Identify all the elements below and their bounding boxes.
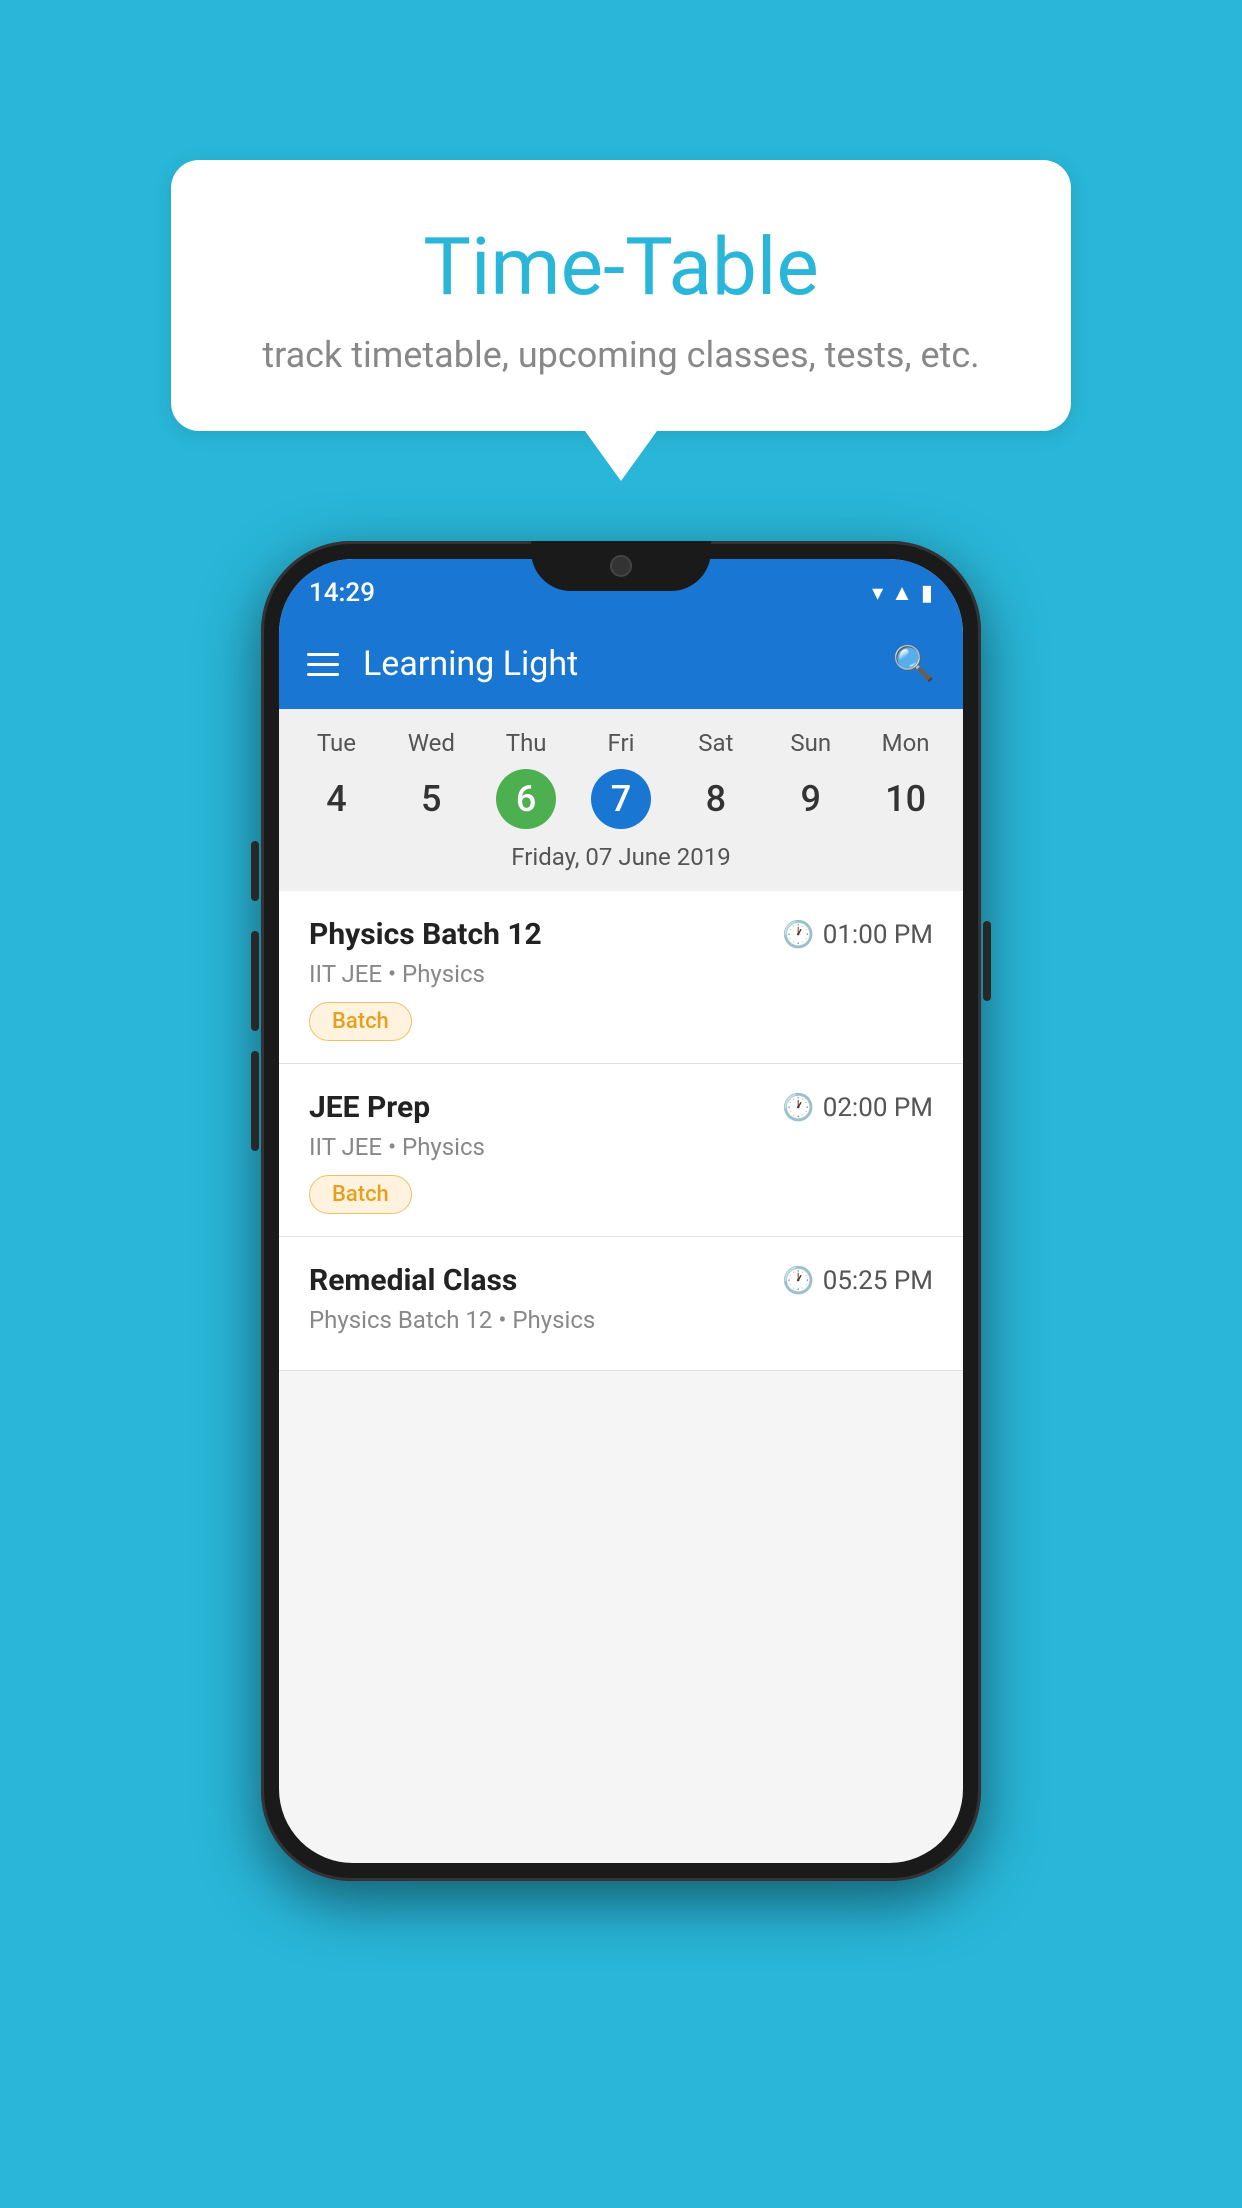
schedule-item-title: Physics Batch 12 [309, 917, 542, 952]
mute-button [251, 841, 259, 901]
day-col[interactable]: Wed 5 [384, 729, 479, 829]
day-col[interactable]: Tue 4 [289, 729, 384, 829]
batch-badge: Batch [309, 1175, 412, 1214]
day-number[interactable]: 4 [306, 769, 366, 829]
battery-icon: ▮ [921, 581, 933, 606]
clock-icon: 🕐 [782, 920, 814, 950]
schedule-time: 🕐 05:25 PM [782, 1266, 933, 1296]
time-value: 02:00 PM [823, 1093, 933, 1123]
power-button [983, 921, 991, 1001]
tooltip-subtitle: track timetable, upcoming classes, tests… [251, 334, 991, 376]
schedule-list: Physics Batch 12 🕐 01:00 PM IIT JEE • Ph… [279, 891, 963, 1371]
screen: 14:29 ▾ ▲ ▮ Learning Light 🔍 [279, 559, 963, 1863]
time-value: 05:25 PM [823, 1266, 933, 1296]
day-number[interactable]: 10 [876, 769, 936, 829]
selected-date-label: Friday, 07 June 2019 [279, 829, 963, 881]
day-name: Sat [698, 729, 733, 757]
day-name: Mon [882, 729, 930, 757]
notch [531, 541, 711, 591]
schedule-item-header: Physics Batch 12 🕐 01:00 PM [309, 917, 933, 952]
schedule-meta: IIT JEE • Physics [309, 960, 933, 988]
hamburger-line-1 [307, 653, 339, 656]
app-title: Learning Light [363, 644, 578, 684]
tooltip-title: Time-Table [251, 220, 991, 314]
day-number[interactable]: 7 [591, 769, 651, 829]
schedule-item[interactable]: Physics Batch 12 🕐 01:00 PM IIT JEE • Ph… [279, 891, 963, 1064]
schedule-meta: IIT JEE • Physics [309, 1133, 933, 1161]
camera [610, 555, 632, 577]
schedule-item-title: JEE Prep [309, 1090, 430, 1125]
day-col[interactable]: Mon 10 [858, 729, 953, 829]
schedule-item[interactable]: JEE Prep 🕐 02:00 PM IIT JEE • Physics Ba… [279, 1064, 963, 1237]
status-icons: ▾ ▲ ▮ [872, 580, 933, 606]
tooltip-arrow [585, 431, 657, 481]
day-number[interactable]: 5 [401, 769, 461, 829]
schedule-item-header: JEE Prep 🕐 02:00 PM [309, 1090, 933, 1125]
schedule-item-header: Remedial Class 🕐 05:25 PM [309, 1263, 933, 1298]
day-number[interactable]: 9 [781, 769, 841, 829]
tooltip-box: Time-Table track timetable, upcoming cla… [171, 160, 1071, 431]
day-name: Wed [408, 729, 455, 757]
search-icon[interactable]: 🔍 [893, 644, 935, 684]
app-bar: Learning Light 🔍 [279, 619, 963, 709]
wifi-icon: ▾ [872, 581, 883, 606]
clock-icon: 🕐 [782, 1266, 814, 1296]
hamburger-line-2 [307, 663, 339, 666]
hamburger-line-3 [307, 673, 339, 676]
day-number[interactable]: 8 [686, 769, 746, 829]
day-col[interactable]: Sat 8 [668, 729, 763, 829]
schedule-item[interactable]: Remedial Class 🕐 05:25 PM Physics Batch … [279, 1237, 963, 1371]
schedule-meta: Physics Batch 12 • Physics [309, 1306, 933, 1334]
hamburger-menu[interactable] [307, 653, 339, 676]
clock-icon: 🕐 [782, 1093, 814, 1123]
calendar-strip: Tue 4 Wed 5 Thu 6 Fri 7 Sat 8 Sun 9 Mon 10 Friday, 07… [279, 709, 963, 891]
day-name: Sun [790, 729, 831, 757]
status-time: 14:29 [309, 578, 375, 608]
day-name: Thu [506, 729, 547, 757]
phone: 14:29 ▾ ▲ ▮ Learning Light 🔍 [261, 541, 981, 1841]
phone-outer: 14:29 ▾ ▲ ▮ Learning Light 🔍 [261, 541, 981, 1881]
day-name: Fri [608, 729, 635, 757]
volume-up-button [251, 931, 259, 1031]
day-number[interactable]: 6 [496, 769, 556, 829]
tooltip-wrapper: Time-Table track timetable, upcoming cla… [171, 160, 1071, 481]
day-col[interactable]: Sun 9 [763, 729, 858, 829]
day-name: Tue [317, 729, 356, 757]
day-col[interactable]: Thu 6 [479, 729, 574, 829]
schedule-item-title: Remedial Class [309, 1263, 517, 1298]
schedule-time: 🕐 02:00 PM [782, 1093, 933, 1123]
volume-down-button [251, 1051, 259, 1151]
batch-badge: Batch [309, 1002, 412, 1041]
app-bar-left: Learning Light [307, 644, 578, 684]
schedule-time: 🕐 01:00 PM [782, 920, 933, 950]
days-row: Tue 4 Wed 5 Thu 6 Fri 7 Sat 8 Sun 9 Mon 10 [279, 729, 963, 829]
day-col[interactable]: Fri 7 [574, 729, 669, 829]
signal-icon: ▲ [891, 580, 913, 606]
time-value: 01:00 PM [823, 920, 933, 950]
